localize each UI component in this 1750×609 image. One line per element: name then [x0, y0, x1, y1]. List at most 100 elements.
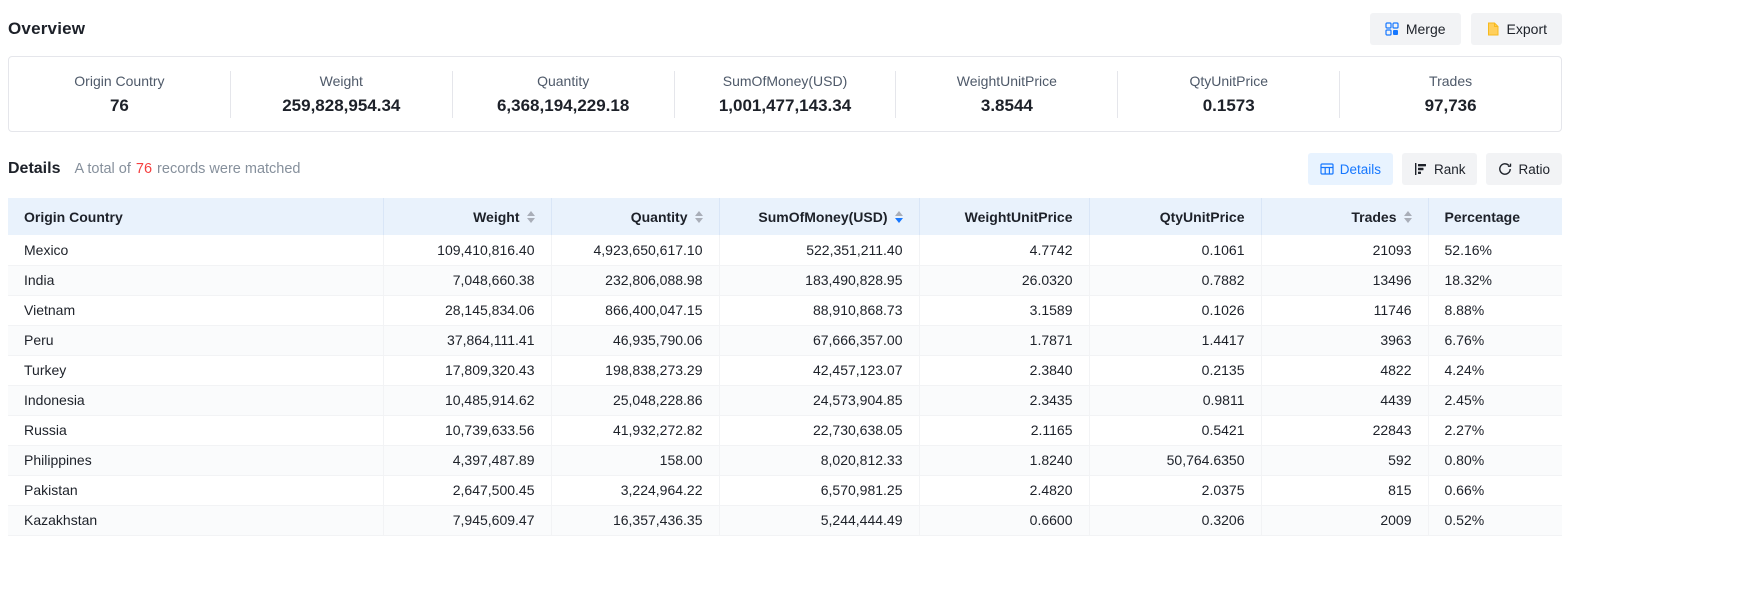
cell-sumofmoney-usd: 24,573,904.85	[719, 385, 919, 415]
cell-sumofmoney-usd: 6,570,981.25	[719, 475, 919, 505]
summary-label: Weight	[237, 73, 446, 89]
cell-weightunitprice: 4.7742	[919, 235, 1089, 265]
cell-quantity: 866,400,047.15	[551, 295, 719, 325]
sort-desc-icon	[527, 218, 535, 223]
summary-value: 1,001,477,143.34	[681, 96, 890, 116]
cell-sumofmoney-usd: 522,351,211.40	[719, 235, 919, 265]
topbar: Overview Merge Export	[8, 0, 1562, 56]
cell-trades: 13496	[1261, 265, 1428, 295]
cell-qtyunitprice: 0.5421	[1089, 415, 1261, 445]
column-label: WeightUnitPrice	[965, 209, 1073, 225]
cell-quantity: 3,224,964.22	[551, 475, 719, 505]
merge-button[interactable]: Merge	[1370, 13, 1461, 45]
column-header-sumofmoney-usd[interactable]: SumOfMoney(USD)	[719, 198, 919, 235]
table-row-india: India7,048,660.38232,806,088.98183,490,8…	[8, 265, 1562, 295]
cell-origin-country: Vietnam	[8, 295, 383, 325]
cell-quantity: 198,838,273.29	[551, 355, 719, 385]
cell-weight: 7,945,609.47	[383, 505, 551, 535]
summary-label: Trades	[1346, 73, 1555, 89]
viewport: Overview Merge Export Origin Country76We…	[0, 0, 1750, 609]
details-bar: Details A total of76records were matched…	[8, 153, 1562, 185]
cell-weight: 2,647,500.45	[383, 475, 551, 505]
cell-sumofmoney-usd: 8,020,812.33	[719, 445, 919, 475]
cell-weight: 10,739,633.56	[383, 415, 551, 445]
cell-origin-country: Philippines	[8, 445, 383, 475]
table-row-kazakhstan: Kazakhstan7,945,609.4716,357,436.355,244…	[8, 505, 1562, 535]
cell-trades: 4822	[1261, 355, 1428, 385]
view-tab-label: Rank	[1434, 162, 1466, 177]
details-title: Details	[8, 160, 60, 178]
cell-weightunitprice: 2.3840	[919, 355, 1089, 385]
details-table: Origin Country Weight Quantity SumOfMoney(U…	[8, 198, 1562, 536]
sort-carets	[527, 211, 535, 223]
table-row-vietnam: Vietnam28,145,834.06866,400,047.1588,910…	[8, 295, 1562, 325]
view-tab-label: Details	[1340, 162, 1381, 177]
topbar-actions: Merge Export	[1370, 13, 1562, 45]
column-header-weight[interactable]: Weight	[383, 198, 551, 235]
cell-percentage: 2.27%	[1428, 415, 1562, 445]
cell-weight: 17,809,320.43	[383, 355, 551, 385]
cell-weightunitprice: 2.3435	[919, 385, 1089, 415]
sort-asc-icon	[527, 211, 535, 216]
cell-weightunitprice: 1.8240	[919, 445, 1089, 475]
cell-quantity: 46,935,790.06	[551, 325, 719, 355]
cell-trades: 3963	[1261, 325, 1428, 355]
cell-trades: 11746	[1261, 295, 1428, 325]
cell-sumofmoney-usd: 67,666,357.00	[719, 325, 919, 355]
table-row-turkey: Turkey17,809,320.43198,838,273.2942,457,…	[8, 355, 1562, 385]
sort-carets	[895, 211, 903, 223]
sort-carets	[695, 211, 703, 223]
table-header-row: Origin Country Weight Quantity SumOfMoney(U…	[8, 198, 1562, 235]
summary-value: 0.1573	[1124, 96, 1333, 116]
view-tab-ratio[interactable]: Ratio	[1486, 153, 1562, 185]
summary-item-sumofmoney-usd: SumOfMoney(USD)1,001,477,143.34	[675, 71, 897, 118]
view-tab-rank[interactable]: Rank	[1402, 153, 1478, 185]
sort-asc-icon	[895, 211, 903, 216]
cell-qtyunitprice: 0.2135	[1089, 355, 1261, 385]
cell-percentage: 18.32%	[1428, 265, 1562, 295]
summary-label: Origin Country	[15, 73, 224, 89]
sort-desc-icon	[1404, 218, 1412, 223]
ratio-icon	[1498, 162, 1512, 176]
summary-value: 97,736	[1346, 96, 1555, 116]
table-row-peru: Peru37,864,111.4146,935,790.0667,666,357…	[8, 325, 1562, 355]
cell-percentage: 0.52%	[1428, 505, 1562, 535]
cell-quantity: 41,932,272.82	[551, 415, 719, 445]
summary-label: QtyUnitPrice	[1124, 73, 1333, 89]
table-row-mexico: Mexico109,410,816.404,923,650,617.10522,…	[8, 235, 1562, 265]
cell-weight: 37,864,111.41	[383, 325, 551, 355]
cell-trades: 815	[1261, 475, 1428, 505]
column-label: Origin Country	[24, 209, 123, 225]
cell-qtyunitprice: 2.0375	[1089, 475, 1261, 505]
cell-origin-country: Pakistan	[8, 475, 383, 505]
column-label: Quantity	[631, 209, 688, 225]
merge-button-label: Merge	[1406, 21, 1446, 37]
view-tab-details[interactable]: Details	[1308, 153, 1393, 185]
table-row-philippines: Philippines4,397,487.89158.008,020,812.3…	[8, 445, 1562, 475]
summary-value: 6,368,194,229.18	[459, 96, 668, 116]
column-header-qtyunitprice: QtyUnitPrice	[1089, 198, 1261, 235]
cell-weightunitprice: 1.7871	[919, 325, 1089, 355]
sort-desc-icon	[695, 218, 703, 223]
summary-item-quantity: Quantity6,368,194,229.18	[453, 71, 675, 118]
column-header-quantity[interactable]: Quantity	[551, 198, 719, 235]
table-header: Origin Country Weight Quantity SumOfMoney(U…	[8, 198, 1562, 235]
column-header-trades[interactable]: Trades	[1261, 198, 1428, 235]
cell-qtyunitprice: 0.9811	[1089, 385, 1261, 415]
cell-percentage: 0.66%	[1428, 475, 1562, 505]
summary-item-qtyunitprice: QtyUnitPrice 0.1573	[1118, 71, 1340, 118]
cell-qtyunitprice: 0.3206	[1089, 505, 1261, 535]
cell-sumofmoney-usd: 22,730,638.05	[719, 415, 919, 445]
match-summary: A total of76records were matched	[74, 161, 300, 177]
cell-trades: 2009	[1261, 505, 1428, 535]
table-row-russia: Russia10,739,633.5641,932,272.8222,730,6…	[8, 415, 1562, 445]
export-button[interactable]: Export	[1471, 13, 1562, 45]
cell-quantity: 25,048,228.86	[551, 385, 719, 415]
cell-origin-country: Mexico	[8, 235, 383, 265]
summary-label: WeightUnitPrice	[902, 73, 1111, 89]
sort-asc-icon	[695, 211, 703, 216]
rank-icon	[1414, 162, 1428, 176]
cell-trades: 21093	[1261, 235, 1428, 265]
details-heading: Details A total of76records were matched	[8, 160, 301, 178]
summary-item-weight: Weight259,828,954.34	[231, 71, 453, 118]
